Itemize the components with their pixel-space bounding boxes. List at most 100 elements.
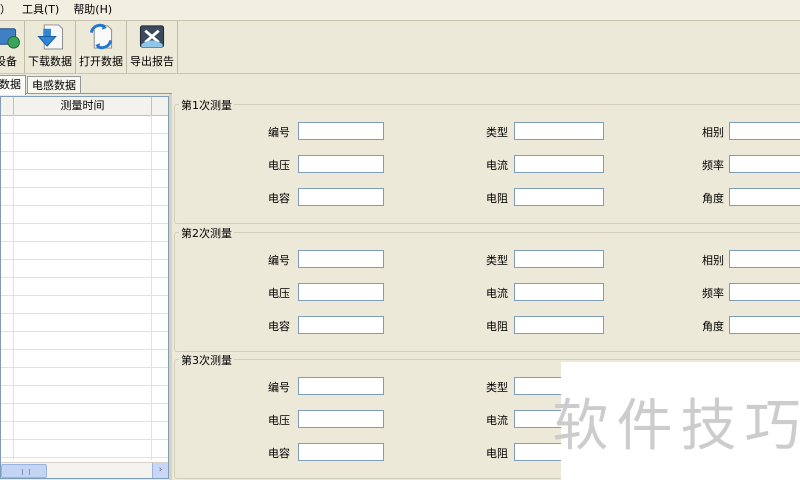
- label-current: 电流: [486, 287, 508, 300]
- label-frequency: 频率: [702, 159, 724, 172]
- device-button-label: 设备: [0, 55, 17, 68]
- tab-data[interactable]: 数据: [0, 75, 26, 95]
- type-field[interactable]: [514, 122, 604, 140]
- list-row-line: [1, 385, 168, 386]
- data-tabs: 数据 电感数据: [0, 74, 172, 95]
- frequency-field[interactable]: [729, 155, 800, 173]
- label-angle: 角度: [702, 320, 724, 333]
- label-type: 类型: [486, 254, 508, 267]
- chevron-right-icon: ›: [158, 465, 163, 475]
- label-capacitance: 电容: [268, 192, 290, 205]
- number-field[interactable]: [298, 250, 384, 268]
- tab-inductance-label: 电感数据: [32, 79, 76, 92]
- tab-inductance-data[interactable]: 电感数据: [27, 76, 81, 94]
- label-number: 编号: [268, 381, 290, 394]
- menu-help[interactable]: 帮助(H): [66, 0, 119, 20]
- label-current: 电流: [486, 414, 508, 427]
- open-data-button[interactable]: 打开数据: [76, 21, 127, 73]
- phase-field[interactable]: [729, 122, 800, 140]
- capacitance-field[interactable]: [298, 316, 384, 334]
- label-phase: 相别: [702, 126, 724, 139]
- list-row-line: [1, 367, 168, 368]
- open-data-label: 打开数据: [79, 55, 123, 68]
- device-icon: [0, 28, 20, 49]
- type-field[interactable]: [514, 250, 604, 268]
- list-row-line: [1, 439, 168, 440]
- list-header: 测量时间: [1, 97, 168, 116]
- resistance-field[interactable]: [514, 316, 604, 334]
- angle-field[interactable]: [729, 188, 800, 206]
- export-report-button[interactable]: 导出报告: [127, 21, 178, 73]
- export-excel-icon: [139, 25, 165, 48]
- list-row-line: [1, 277, 168, 278]
- label-voltage: 电压: [268, 159, 290, 172]
- device-button[interactable]: 设备: [0, 21, 25, 73]
- list-row-line: [1, 259, 168, 260]
- label-type: 类型: [486, 126, 508, 139]
- watermark-text: 软件技巧: [552, 393, 800, 459]
- list-col-divider: [151, 115, 152, 460]
- label-capacitance: 电容: [268, 320, 290, 333]
- list-row-line: [1, 295, 168, 296]
- voltage-field[interactable]: [298, 283, 384, 301]
- list-row-line: [1, 457, 168, 458]
- panel-splitter[interactable]: [169, 94, 172, 480]
- list-row-line: [1, 151, 168, 152]
- list-row-line: [1, 133, 168, 134]
- list-row-line: [1, 205, 168, 206]
- menu-file-partial[interactable]: ）: [0, 0, 15, 20]
- scrollbar-grip-icon: [22, 469, 30, 475]
- list-col-divider: [13, 115, 14, 460]
- scroll-right-button[interactable]: ›: [152, 463, 168, 478]
- voltage-field[interactable]: [298, 410, 384, 428]
- group-2-title: 第2次测量: [179, 225, 234, 241]
- export-report-label: 导出报告: [130, 55, 174, 68]
- capacitance-field[interactable]: [298, 188, 384, 206]
- label-resistance: 电阻: [486, 447, 508, 460]
- list-row-line: [1, 241, 168, 242]
- toolbar: 设备 下载数据 打开数据 导出报告: [0, 21, 800, 74]
- download-icon: [37, 24, 64, 50]
- list-row-line: [1, 169, 168, 170]
- angle-field[interactable]: [729, 316, 800, 334]
- resistance-field[interactable]: [514, 188, 604, 206]
- list-row-line: [1, 403, 168, 404]
- label-number: 编号: [268, 126, 290, 139]
- capacitance-field[interactable]: [298, 443, 384, 461]
- list-row-line: [1, 349, 168, 350]
- list-row-line: [1, 223, 168, 224]
- label-capacitance: 电容: [268, 447, 290, 460]
- label-voltage: 电压: [268, 414, 290, 427]
- list-row-line: [1, 331, 168, 332]
- watermark: 软件技巧: [553, 362, 800, 480]
- phase-field[interactable]: [729, 250, 800, 268]
- menu-tools[interactable]: 工具(T): [15, 0, 66, 20]
- list-row-line: [1, 421, 168, 422]
- frequency-field[interactable]: [729, 283, 800, 301]
- list-horizontal-scrollbar[interactable]: ›: [1, 462, 168, 478]
- number-field[interactable]: [298, 122, 384, 140]
- list-row-line: [1, 187, 168, 188]
- label-voltage: 电压: [268, 287, 290, 300]
- voltage-field[interactable]: [298, 155, 384, 173]
- download-data-label: 下载数据: [28, 55, 72, 68]
- list-header-time[interactable]: 测量时间: [14, 97, 152, 115]
- tab-data-label: 数据: [0, 78, 21, 91]
- list-header-time-label: 测量时间: [60, 99, 105, 112]
- label-phase: 相别: [702, 254, 724, 267]
- group-3-title: 第3次测量: [179, 352, 234, 368]
- label-angle: 角度: [702, 192, 724, 205]
- label-number: 编号: [268, 254, 290, 267]
- label-frequency: 频率: [702, 287, 724, 300]
- list-row-line: [1, 313, 168, 314]
- number-field[interactable]: [298, 377, 384, 395]
- label-type: 类型: [486, 381, 508, 394]
- download-data-button[interactable]: 下载数据: [25, 21, 76, 73]
- current-field[interactable]: [514, 155, 604, 173]
- label-resistance: 电阻: [486, 192, 508, 205]
- current-field[interactable]: [514, 283, 604, 301]
- measurement-list[interactable]: 测量时间 ›: [0, 96, 169, 479]
- scrollbar-thumb[interactable]: [1, 464, 47, 478]
- list-header-index[interactable]: [1, 97, 14, 115]
- label-current: 电流: [486, 159, 508, 172]
